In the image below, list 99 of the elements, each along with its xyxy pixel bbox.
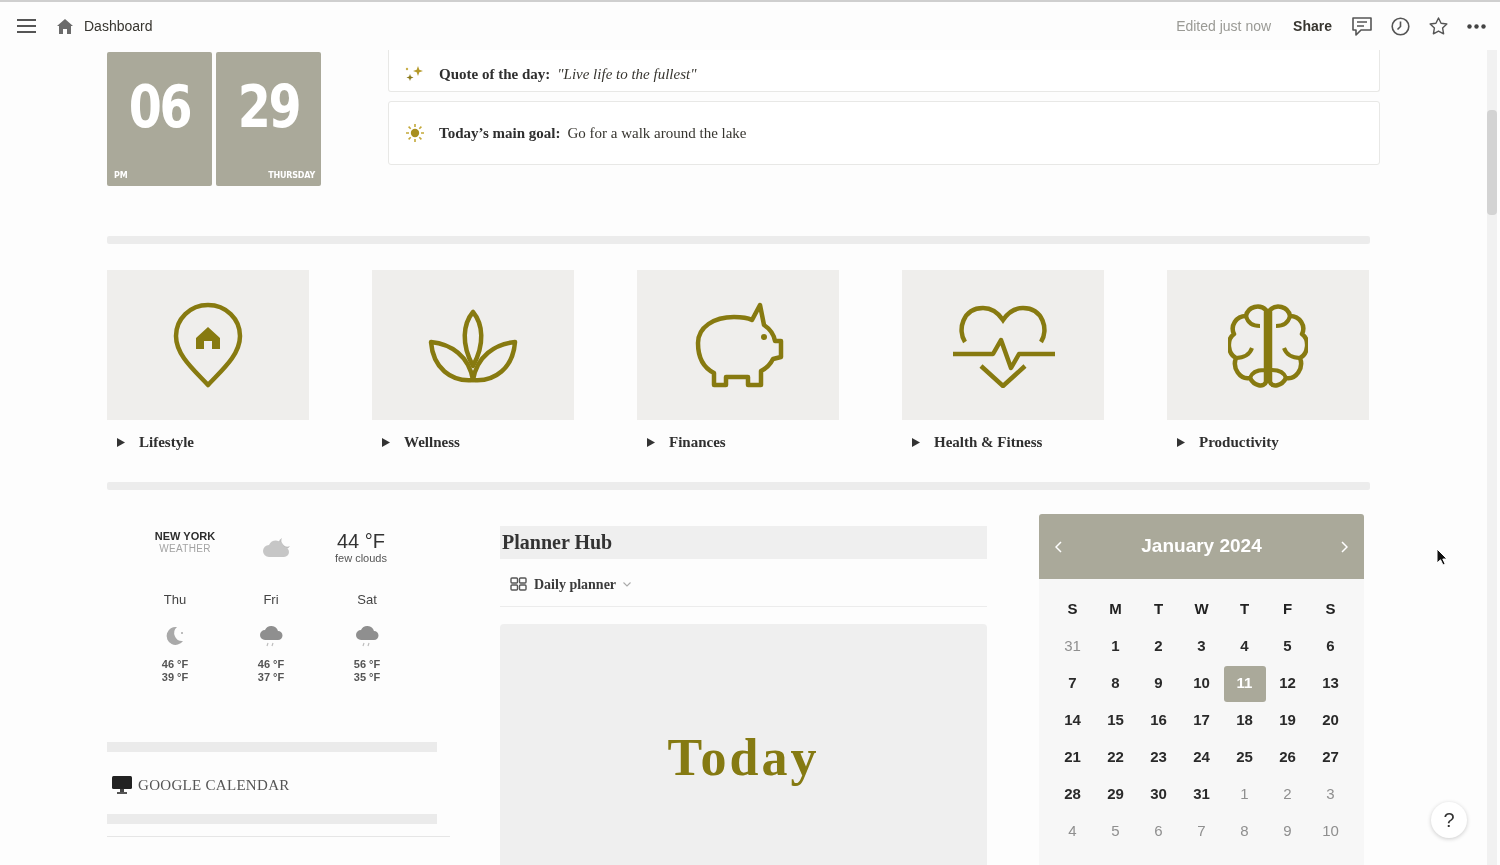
- category-label[interactable]: Health & Fitness: [934, 430, 1043, 454]
- caret-icon[interactable]: [1177, 437, 1185, 447]
- forecast-day: Fri: [223, 590, 319, 610]
- category-cover[interactable]: [372, 270, 574, 420]
- temperature: 44 °F: [336, 530, 386, 552]
- share-button[interactable]: Share: [1293, 15, 1332, 37]
- calendar-day[interactable]: 21: [1051, 739, 1094, 776]
- callout-label: Today’s main goal:: [439, 123, 561, 143]
- category-label[interactable]: Productivity: [1199, 430, 1279, 454]
- calendar-day[interactable]: 15: [1094, 702, 1137, 739]
- forecast-high: 46 °F: [256, 657, 286, 671]
- calendar-day[interactable]: 31: [1180, 776, 1223, 813]
- weekday-label: T: [1238, 599, 1251, 620]
- cover-title: Today: [666, 732, 821, 784]
- calendar-day[interactable]: 5: [1266, 628, 1309, 665]
- category-label[interactable]: Wellness: [404, 430, 460, 454]
- monitor-icon: [112, 775, 132, 794]
- calendar-day[interactable]: 13: [1309, 665, 1352, 702]
- calendar-day[interactable]: 1: [1094, 628, 1137, 665]
- calendar-day[interactable]: 23: [1137, 739, 1180, 776]
- calendar-day[interactable]: 2: [1137, 628, 1180, 665]
- calendar-day[interactable]: 19: [1266, 702, 1309, 739]
- weekday-label: M: [1108, 599, 1123, 620]
- chevron-down-icon: [623, 581, 632, 587]
- calendar-day[interactable]: 27: [1309, 739, 1352, 776]
- weather-caption: WEATHER: [158, 542, 212, 555]
- caret-icon[interactable]: [647, 437, 655, 447]
- forecast-high: 56 °F: [352, 657, 382, 671]
- menu-icon[interactable]: [17, 19, 36, 33]
- goal-text: Go for a walk around the lake: [567, 123, 747, 143]
- forecast-day: Thu: [127, 590, 223, 610]
- calendar-day[interactable]: 28: [1051, 776, 1094, 813]
- calendar-day[interactable]: 30: [1137, 776, 1180, 813]
- house-icon: [57, 18, 73, 34]
- calendar-day[interactable]: 17: [1180, 702, 1223, 739]
- city-name: NEW YORK: [153, 530, 217, 543]
- category-label[interactable]: Lifestyle: [139, 430, 194, 454]
- rain-cloud-icon: [355, 623, 379, 648]
- calendar-day[interactable]: 8: [1094, 665, 1137, 702]
- caret-icon[interactable]: [117, 437, 125, 447]
- quote-text: "Live life to the fullest": [557, 65, 697, 85]
- page-title[interactable]: Dashboard: [84, 15, 153, 37]
- calendar-day[interactable]: 9: [1137, 665, 1180, 702]
- view-selector[interactable]: Daily planner: [500, 573, 638, 595]
- comment-icon[interactable]: [1352, 16, 1372, 36]
- weekday-label: F: [1281, 599, 1294, 620]
- sun-icon: [405, 123, 425, 143]
- weekday-label: S: [1324, 599, 1337, 620]
- calendar-day[interactable]: 6: [1309, 628, 1352, 665]
- weather-condition: few clouds: [334, 552, 388, 565]
- calendar-day[interactable]: 29: [1094, 776, 1137, 813]
- clock-icon[interactable]: [1391, 16, 1410, 36]
- gallery-card[interactable]: Today: [500, 624, 987, 865]
- rain-cloud-icon: [259, 623, 283, 648]
- month-title: January 2024: [1141, 534, 1262, 559]
- weekday-label: W: [1193, 599, 1210, 620]
- calendar-day[interactable]: 22: [1094, 739, 1137, 776]
- calendar-day[interactable]: 26: [1266, 739, 1309, 776]
- clock-digits: 06: [127, 78, 192, 136]
- location-pin-icon: [172, 301, 244, 389]
- calendar-day[interactable]: 3: [1180, 628, 1223, 665]
- calendar-day[interactable]: 24: [1180, 739, 1223, 776]
- calendar-day[interactable]: 7: [1051, 665, 1094, 702]
- calendar-day[interactable]: 20: [1309, 702, 1352, 739]
- forecast-low: 39 °F: [160, 670, 190, 684]
- category-cover[interactable]: [902, 270, 1104, 420]
- mouse-cursor-icon: [1436, 548, 1448, 566]
- category-cover[interactable]: [637, 270, 839, 420]
- help-button[interactable]: ?: [1431, 802, 1467, 838]
- calendar-day[interactable]: 4: [1223, 628, 1266, 665]
- more-icon[interactable]: [1467, 23, 1486, 29]
- calendar-day[interactable]: 18: [1223, 702, 1266, 739]
- forecast-high: 46 °F: [160, 657, 190, 671]
- star-icon[interactable]: [1429, 17, 1448, 35]
- forecast-low: 35 °F: [352, 670, 382, 684]
- category-cover[interactable]: [107, 270, 309, 420]
- callout-label: Quote of the day:: [439, 65, 551, 85]
- section-heading: GOOGLE CALENDAR: [138, 775, 290, 795]
- caret-icon[interactable]: [912, 437, 920, 447]
- weekday-label: S: [1066, 599, 1079, 620]
- calendar-day[interactable]: 25: [1223, 739, 1266, 776]
- category-label[interactable]: Finances: [669, 430, 726, 454]
- calendar-day[interactable]: 14: [1051, 702, 1094, 739]
- calendar-day[interactable]: 16: [1137, 702, 1180, 739]
- calendar-day[interactable]: 12: [1266, 665, 1309, 702]
- clock-digits: 29: [236, 78, 301, 136]
- brain-icon: [1228, 302, 1308, 388]
- calendar-day[interactable]: 10: [1180, 665, 1223, 702]
- gallery-icon: [510, 577, 527, 591]
- clock-caption: PM: [114, 172, 128, 180]
- edit-status: Edited just now: [1176, 16, 1272, 36]
- caret-icon[interactable]: [382, 437, 390, 447]
- weekday-label: T: [1152, 599, 1165, 620]
- clock-caption: THURSDAY: [268, 172, 315, 180]
- forecast-low: 37 °F: [256, 670, 286, 684]
- section-title: Planner Hub: [500, 526, 987, 559]
- forecast-day: Sat: [319, 590, 415, 610]
- category-cover[interactable]: [1167, 270, 1369, 420]
- scrollbar-thumb[interactable]: [1487, 110, 1497, 215]
